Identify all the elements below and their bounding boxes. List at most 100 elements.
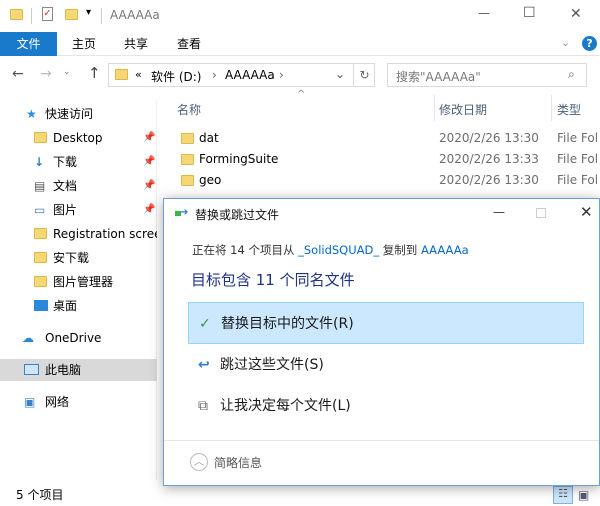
skip-files-option[interactable]: ↩ 跳过这些文件(S) bbox=[188, 344, 584, 386]
chevron-up-icon: ︿ bbox=[190, 453, 208, 471]
file-name: geo bbox=[199, 173, 222, 187]
divider[interactable] bbox=[551, 95, 552, 121]
nav-item-anxiazai[interactable]: 安下载 bbox=[0, 247, 157, 269]
divider bbox=[31, 8, 32, 24]
details-view-button[interactable]: ☷ bbox=[553, 486, 573, 504]
breadcrumb-separator[interactable]: › bbox=[212, 68, 217, 82]
large-icons-view-button[interactable]: ▣ bbox=[578, 488, 589, 502]
nav-label: 图片管理器 bbox=[53, 275, 114, 289]
option-label: 跳过这些文件(S) bbox=[220, 357, 324, 373]
expand-ribbon-icon[interactable]: ⌄ bbox=[561, 36, 570, 49]
dialog-maximize-button bbox=[536, 208, 546, 218]
picture-icon: ▭ bbox=[34, 203, 46, 217]
nav-label: 下载 bbox=[53, 155, 78, 169]
destination-link[interactable]: AAAAAa bbox=[421, 243, 469, 257]
option-label: 让我决定每个文件(L) bbox=[220, 398, 351, 414]
nav-label: 安下载 bbox=[53, 251, 90, 265]
nav-item-registration[interactable]: Registration scree bbox=[0, 223, 157, 245]
forward-button[interactable]: → bbox=[40, 66, 52, 82]
refresh-icon[interactable]: ↻ bbox=[353, 64, 375, 86]
skip-arrow-icon: ↩ bbox=[198, 357, 210, 373]
column-type[interactable]: 类型 bbox=[557, 101, 581, 118]
folder-icon bbox=[181, 175, 194, 186]
nav-label: Registration scree bbox=[53, 227, 157, 241]
folder-icon bbox=[181, 154, 194, 165]
nav-label: Desktop bbox=[53, 131, 103, 145]
replace-files-option[interactable]: ✓ 替换目标中的文件(R) bbox=[188, 302, 584, 344]
nav-item-pictures[interactable]: ▭ 图片 📌 bbox=[0, 199, 157, 221]
arrow-icon: ➔ bbox=[180, 207, 189, 218]
document-icon: ▤ bbox=[34, 179, 46, 193]
dialog-minimize-button[interactable]: — bbox=[493, 205, 505, 219]
nav-item-desktop-cn[interactable]: 桌面 bbox=[0, 295, 157, 317]
file-date: 2020/2/26 13:33 bbox=[439, 152, 539, 166]
breadcrumb-drive[interactable]: 软件 (D:) bbox=[151, 68, 201, 85]
file-date: 2020/2/26 13:30 bbox=[439, 173, 539, 187]
nav-label: 网络 bbox=[45, 395, 70, 409]
nav-onedrive[interactable]: ☁ OneDrive bbox=[0, 327, 157, 349]
pin-icon: 📌 bbox=[143, 156, 156, 167]
breadcrumb-separator[interactable]: › bbox=[279, 68, 284, 82]
decide-each-file-option[interactable]: ⧉ 让我决定每个文件(L) bbox=[188, 385, 584, 427]
divider[interactable] bbox=[434, 95, 435, 121]
nav-item-downloads[interactable]: ↓ 下载 📌 bbox=[0, 151, 157, 173]
search-icon: ⌕ bbox=[568, 67, 575, 81]
folder-icon bbox=[34, 276, 47, 287]
ribbon-tabs: 文件 主页 共享 查看 ⌄ ? bbox=[0, 32, 600, 56]
nav-label: 此电脑 bbox=[45, 363, 82, 377]
column-date[interactable]: 修改日期 bbox=[439, 101, 487, 118]
file-row[interactable]: geo 2020/2/26 13:30 File Fol bbox=[165, 170, 600, 191]
address-dropdown-icon[interactable]: ⌄ bbox=[335, 67, 345, 81]
nav-item-desktop[interactable]: Desktop 📌 bbox=[0, 127, 157, 149]
nav-network[interactable]: ▣ 网络 bbox=[0, 391, 157, 413]
customize-toolbar-icon[interactable]: ▾ bbox=[86, 7, 91, 18]
file-type: File Fol bbox=[557, 152, 599, 166]
sort-ascending-icon: ^ bbox=[297, 89, 306, 100]
tab-share[interactable]: 共享 bbox=[111, 32, 161, 56]
breadcrumb-overflow[interactable]: « bbox=[135, 68, 142, 81]
nav-label: 桌面 bbox=[53, 299, 78, 313]
maximize-button[interactable]: ☐ bbox=[523, 5, 536, 21]
nav-label: 图片 bbox=[53, 203, 78, 217]
back-button[interactable]: ← bbox=[12, 66, 24, 82]
up-button[interactable]: ↑ bbox=[88, 64, 101, 82]
desktop-icon bbox=[34, 300, 48, 311]
tab-file[interactable]: 文件 bbox=[0, 32, 57, 56]
file-row[interactable]: dat 2020/2/26 13:30 File Fol bbox=[165, 128, 600, 149]
help-icon[interactable]: ? bbox=[582, 36, 597, 51]
search-input[interactable]: 搜索"AAAAAa" ⌕ bbox=[387, 63, 587, 87]
file-type: File Fol bbox=[557, 131, 599, 145]
status-prefix: 正在将 14 个项目从 bbox=[192, 243, 299, 257]
new-folder-icon[interactable] bbox=[65, 9, 78, 20]
nav-this-pc[interactable]: 此电脑 bbox=[0, 359, 157, 381]
pin-icon: 📌 bbox=[143, 132, 156, 143]
minimize-button[interactable]: — bbox=[478, 6, 490, 20]
file-row[interactable]: FormingSuite 2020/2/26 13:33 File Fol bbox=[165, 149, 600, 170]
tab-view[interactable]: 查看 bbox=[164, 32, 214, 56]
folder-icon bbox=[34, 252, 47, 263]
nav-label: 快速访问 bbox=[45, 107, 94, 121]
status-mid: 复制到 bbox=[379, 243, 421, 257]
column-name[interactable]: 名称 bbox=[177, 101, 201, 118]
nav-quick-access[interactable]: ★ 快速访问 bbox=[0, 103, 157, 125]
breadcrumb-folder[interactable]: AAAAAa bbox=[225, 68, 275, 82]
folder-icon bbox=[34, 132, 47, 143]
cloud-icon: ☁ bbox=[22, 331, 34, 345]
dialog-close-button[interactable]: ✕ bbox=[580, 203, 593, 221]
divider bbox=[101, 8, 102, 24]
replace-or-skip-dialog: ➔ 替换或跳过文件 — ✕ 正在将 14 个项目从 _SolidSQUAD_ 复… bbox=[163, 198, 600, 486]
nav-item-documents[interactable]: ▤ 文档 📌 bbox=[0, 175, 157, 197]
pin-icon: 📌 bbox=[143, 204, 156, 215]
source-link[interactable]: _SolidSQUAD_ bbox=[298, 243, 379, 257]
network-icon: ▣ bbox=[24, 395, 36, 409]
properties-icon[interactable]: ✓ bbox=[42, 7, 53, 21]
close-button[interactable]: ✕ bbox=[570, 6, 582, 22]
recent-locations-button[interactable]: ⌄ bbox=[63, 67, 71, 77]
option-label: 替换目标中的文件(R) bbox=[221, 316, 354, 332]
folder-icon bbox=[115, 69, 128, 80]
nav-item-picture-manager[interactable]: 图片管理器 bbox=[0, 271, 157, 293]
tab-home[interactable]: 主页 bbox=[59, 32, 109, 56]
fewer-details-label: 简略信息 bbox=[214, 456, 263, 470]
folder-icon bbox=[10, 9, 23, 20]
address-bar[interactable]: « 软件 (D:) › AAAAAa › ⌄ ↻ bbox=[108, 63, 375, 87]
